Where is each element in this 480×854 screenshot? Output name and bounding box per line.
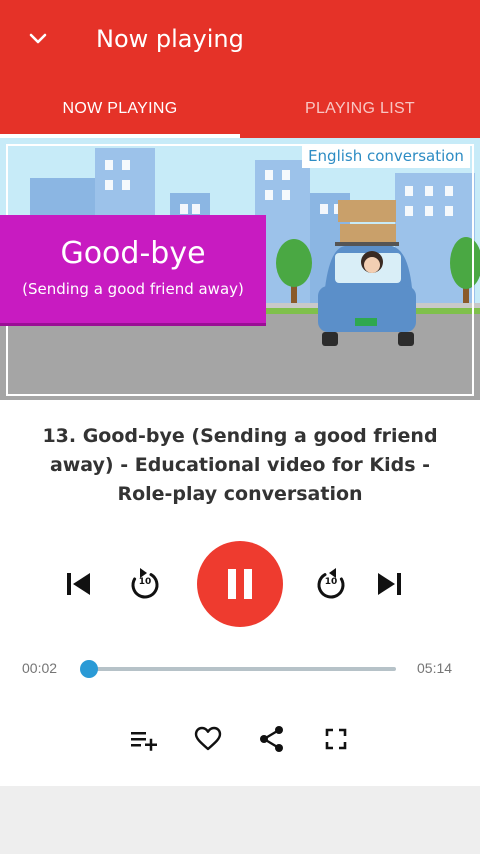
favorite-button[interactable] xyxy=(190,722,226,756)
chevron-down-icon xyxy=(29,33,47,44)
collapse-button[interactable] xyxy=(18,22,58,56)
bottom-empty-area xyxy=(0,786,480,854)
rewind-seconds-label: 10 xyxy=(138,577,152,587)
rewind-10-button[interactable]: 10 xyxy=(124,563,166,605)
app-bar: Now playing xyxy=(0,0,480,80)
tab-now-playing[interactable]: NOW PLAYING xyxy=(0,80,240,138)
seek-bar[interactable] xyxy=(79,660,396,678)
share-button[interactable] xyxy=(254,722,290,756)
add-to-queue-icon xyxy=(131,732,157,751)
tab-playing-list-label: PLAYING LIST xyxy=(304,100,415,117)
add-to-queue-button[interactable] xyxy=(126,722,162,756)
forward-10-button[interactable]: 10 xyxy=(310,563,352,605)
video-badge: English conversation xyxy=(308,147,464,165)
player-panel: 13. Good-bye (Sending a good friend away… xyxy=(0,400,480,786)
total-time: 05:14 xyxy=(417,660,453,676)
fullscreen-icon xyxy=(325,728,347,750)
skip-next-button[interactable] xyxy=(370,565,410,603)
forward-seconds-label: 10 xyxy=(324,577,338,587)
video-subheadline: (Sending a good friend away) xyxy=(22,280,244,298)
page-title: Now playing xyxy=(96,25,244,53)
seek-thumb[interactable] xyxy=(79,660,98,678)
heart-icon xyxy=(194,726,222,751)
video-player[interactable]: English conversation Good-bye (Sending a… xyxy=(0,138,480,400)
tab-now-playing-label: NOW PLAYING xyxy=(62,100,178,117)
tab-bar: NOW PLAYING PLAYING LIST xyxy=(0,80,480,138)
skip-previous-button[interactable] xyxy=(58,565,98,603)
skip-next-icon xyxy=(378,573,401,595)
video-headline: Good-bye xyxy=(60,236,206,271)
current-time: 00:02 xyxy=(22,660,58,676)
track-title: 13. Good-bye (Sending a good friend away… xyxy=(42,425,438,505)
pause-button[interactable] xyxy=(197,541,283,627)
pause-icon xyxy=(228,569,252,599)
share-icon xyxy=(260,726,283,752)
fullscreen-button[interactable] xyxy=(318,722,354,756)
skip-previous-icon xyxy=(67,573,90,595)
tab-playing-list[interactable]: PLAYING LIST xyxy=(240,80,480,138)
